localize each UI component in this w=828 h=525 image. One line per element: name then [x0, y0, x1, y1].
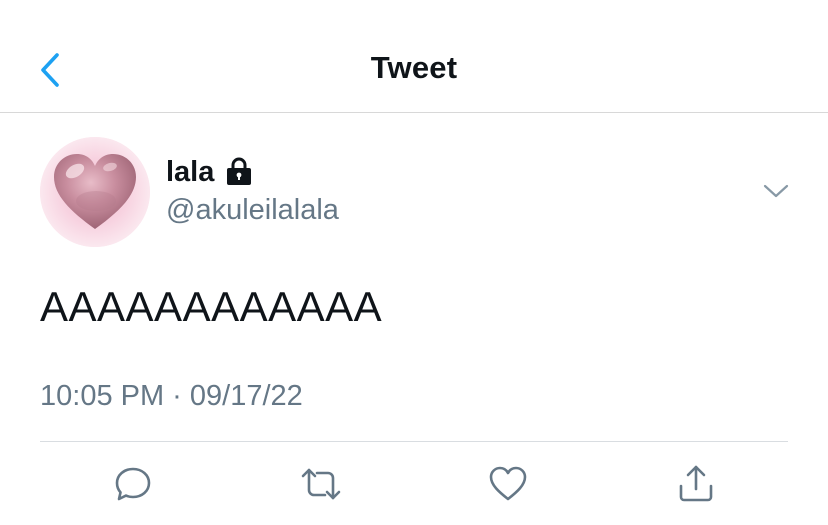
page-title: Tweet	[370, 50, 458, 85]
retweet-button[interactable]	[299, 462, 343, 506]
retweet-icon	[301, 468, 341, 500]
heart-icon	[489, 466, 527, 501]
chevron-down-icon	[763, 184, 789, 198]
share-icon	[679, 465, 713, 502]
header-bar: Tweet	[0, 0, 828, 113]
tweet-menu-button[interactable]	[758, 176, 794, 206]
like-button[interactable]	[486, 462, 530, 506]
display-name: lala	[166, 155, 215, 188]
tweet-text: AAAAAAAAAAAA	[40, 283, 383, 330]
user-handle[interactable]: @akuleilalala	[166, 194, 339, 227]
lock-icon	[227, 157, 252, 185]
tweet-timestamp[interactable]: 10:05 PM · 09/17/22	[40, 380, 303, 413]
divider	[40, 441, 788, 442]
share-button[interactable]	[674, 462, 718, 506]
pink-heart-avatar	[40, 137, 150, 247]
avatar[interactable]	[40, 137, 150, 247]
reply-button[interactable]	[111, 462, 155, 506]
reply-icon	[115, 467, 151, 501]
author-name-row[interactable]: lala	[166, 152, 254, 192]
